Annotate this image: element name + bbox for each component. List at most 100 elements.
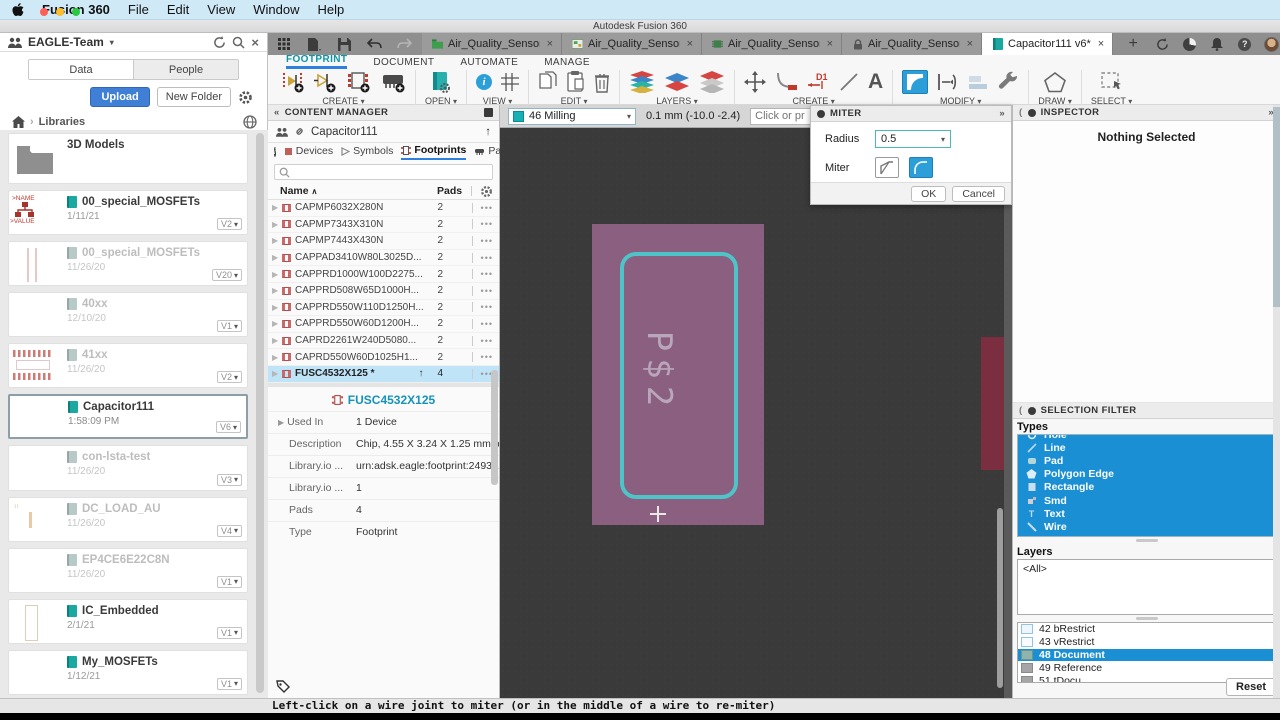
adjacent-footprint-pad[interactable] — [981, 337, 1004, 470]
grid-settings-icon[interactable] — [501, 73, 520, 91]
search-icon[interactable] — [232, 36, 245, 49]
version-chip[interactable]: V4 ▾ — [216, 524, 242, 537]
table-row[interactable]: ▶ CAPMP6032X280N 2 ••• — [268, 200, 499, 217]
library-info-icon[interactable]: i — [274, 147, 276, 157]
table-row[interactable]: ▶ CAPPRD508W65D1000H... 2 ••• — [268, 283, 499, 300]
move-icon[interactable] — [744, 71, 767, 93]
close-panel-icon[interactable]: × — [251, 35, 259, 50]
type-row-polygon-edge[interactable]: Polygon Edge — [1018, 468, 1275, 481]
type-row-hole[interactable]: Hole — [1018, 435, 1275, 441]
new-symbol-icon[interactable] — [314, 71, 338, 93]
new-folder-button[interactable]: New Folder — [156, 87, 231, 107]
cancel-button[interactable]: Cancel — [952, 185, 1005, 202]
panel-menu-icon[interactable] — [484, 108, 493, 117]
tab-data[interactable]: Data — [29, 60, 134, 79]
types-filter-list[interactable]: Hole Line Pad Polygon Edge Rectangle Smd — [1017, 434, 1276, 537]
wrench-icon[interactable] — [997, 71, 1019, 93]
canvas-vertical-scrollbar-track[interactable] — [1004, 128, 1012, 698]
footprint-text-label[interactable]: P$2 — [639, 292, 679, 452]
upload-button[interactable]: Upload — [90, 87, 150, 107]
collapse-panel-icon[interactable]: ( — [1019, 107, 1023, 118]
polygon-tool-icon[interactable] — [1044, 71, 1067, 93]
team-name[interactable]: EAGLE-Team — [28, 35, 104, 49]
user-avatar[interactable] — [1264, 36, 1280, 52]
column-name[interactable]: Name ∧ — [280, 185, 437, 197]
zoom-window-button[interactable] — [72, 8, 80, 16]
tab-symbols[interactable]: Symbols — [341, 145, 393, 159]
undo-icon[interactable] — [366, 36, 382, 52]
close-window-button[interactable] — [40, 8, 48, 16]
globe-icon[interactable] — [243, 115, 257, 129]
copy-icon[interactable] — [538, 71, 558, 93]
ribbon-tab-document[interactable]: DOCUMENT — [373, 57, 434, 69]
miter-straight-button[interactable] — [875, 157, 899, 178]
menu-edit[interactable]: Edit — [167, 2, 189, 17]
ribbon-tab-manage[interactable]: MANAGE — [544, 57, 590, 69]
collapse-panel-icon[interactable]: « — [274, 107, 280, 118]
version-chip[interactable]: V1 ▾ — [216, 320, 242, 333]
library-card-00-special-mosfets-v2[interactable]: >NAME >VALUE 00_special_MOSFETs 1/11/21 … — [8, 189, 248, 236]
table-scrollbar[interactable] — [491, 370, 498, 485]
ribbon-tab-footprint[interactable]: FOOTPRINT — [286, 54, 348, 69]
layer-row-49-reference[interactable]: 49 Reference — [1018, 661, 1275, 674]
redo-icon[interactable] — [396, 36, 412, 52]
ok-button[interactable]: OK — [911, 185, 947, 202]
open-library-icon[interactable] — [431, 71, 451, 93]
split-wire-icon[interactable] — [937, 72, 959, 92]
menu-window[interactable]: Window — [253, 2, 299, 17]
library-card-ic-embedded[interactable]: IC_Embedded 2/1/21 V1 ▾ — [8, 598, 248, 644]
version-chip[interactable]: V20 ▾ — [211, 269, 242, 282]
row-overflow-icon[interactable]: ••• — [481, 352, 493, 362]
select-tool-icon[interactable] — [1100, 71, 1124, 93]
layers-stack-icon[interactable] — [629, 71, 655, 93]
row-overflow-icon[interactable]: ••• — [481, 253, 493, 263]
layer-row-48-document-selected[interactable]: 48 Document — [1018, 648, 1275, 662]
column-pads[interactable]: Pads — [437, 185, 471, 197]
close-tab-icon[interactable]: × — [1096, 38, 1106, 50]
version-chip[interactable]: V1 ▾ — [216, 575, 242, 588]
library-card-00-special-mosfets-v20[interactable]: 00_special_MOSFETs 11/26/20 V20 ▾ — [8, 241, 248, 287]
info-icon[interactable]: i — [476, 74, 493, 90]
version-chip[interactable]: V3 ▾ — [216, 473, 242, 486]
layer-color-icon[interactable] — [664, 71, 690, 93]
library-card-con-lsta-test[interactable]: con-lsta-test 11/26/20 V3 ▾ — [8, 445, 248, 491]
close-tab-icon[interactable]: × — [545, 38, 555, 50]
layers-filter-list[interactable]: 42 bRestrict 43 vRestrict 48 Document 49… — [1017, 622, 1276, 683]
document-tab-air-quality-sensor-v5[interactable]: Air_Quality_Sensor v5* × — [422, 33, 562, 55]
table-row[interactable]: ▶ CAPMP7443X430N 2 ••• — [268, 233, 499, 250]
footprint-body[interactable]: P$2 — [592, 224, 764, 525]
row-overflow-icon[interactable]: ••• — [481, 286, 493, 296]
notifications-bell-icon[interactable] — [1209, 36, 1225, 52]
app-grid-icon[interactable] — [276, 36, 292, 52]
version-chip[interactable]: V2 ▾ — [216, 371, 242, 384]
refresh-icon[interactable] — [213, 35, 226, 49]
table-row[interactable]: ▶ CAPPRD550W110D1250H... 2 ••• — [268, 300, 499, 317]
type-row-rectangle[interactable]: Rectangle — [1018, 481, 1275, 494]
footprint-outline-wire[interactable] — [620, 252, 738, 499]
type-row-text[interactable]: T Text — [1018, 507, 1275, 520]
breadcrumb-libraries[interactable]: Libraries — [39, 116, 85, 128]
library-card-ep4ce6e22c8n[interactable]: EP4CE6E22C8N 11/26/20 V1 ▾ — [8, 547, 248, 593]
row-overflow-icon[interactable]: ••• — [481, 319, 493, 329]
footprint-search-input[interactable] — [274, 164, 493, 180]
table-row[interactable]: ▶ CAPPAD3410W80L3025D... 2 ••• — [268, 250, 499, 267]
table-settings-gear-icon[interactable] — [480, 185, 493, 198]
miter-dialog-header[interactable]: MITER » — [811, 106, 1011, 122]
new-tab-icon[interactable]: + — [1125, 35, 1141, 52]
sync-status-icon[interactable] — [1154, 36, 1170, 52]
help-icon[interactable]: ? — [1238, 37, 1252, 51]
document-tab-air-quality-sensor-v1[interactable]: Air_Quality_Sensor v1* × — [562, 33, 702, 55]
new-footprint-icon[interactable] — [347, 71, 371, 93]
home-icon[interactable] — [12, 116, 25, 128]
close-tab-icon[interactable]: × — [825, 38, 835, 50]
close-tab-icon[interactable]: × — [965, 38, 975, 50]
radius-dropdown[interactable]: 0.5 ▾ — [875, 130, 951, 148]
paste-icon[interactable] — [567, 71, 585, 93]
row-overflow-icon[interactable]: ••• — [481, 269, 493, 279]
tab-people[interactable]: People — [134, 60, 238, 79]
new-package-icon[interactable] — [380, 71, 406, 93]
library-card-dc-load-au[interactable]: ⌇⌇ DC_LOAD_AU 11/26/20 V4 ▾ — [8, 496, 248, 542]
table-row[interactable]: ▶ CAPRD2261W240D5080... 2 ••• — [268, 333, 499, 350]
document-tab-capacitor111-active[interactable]: Capacitor111 v6* × — [982, 33, 1114, 55]
settings-gear-icon[interactable] — [238, 90, 253, 105]
